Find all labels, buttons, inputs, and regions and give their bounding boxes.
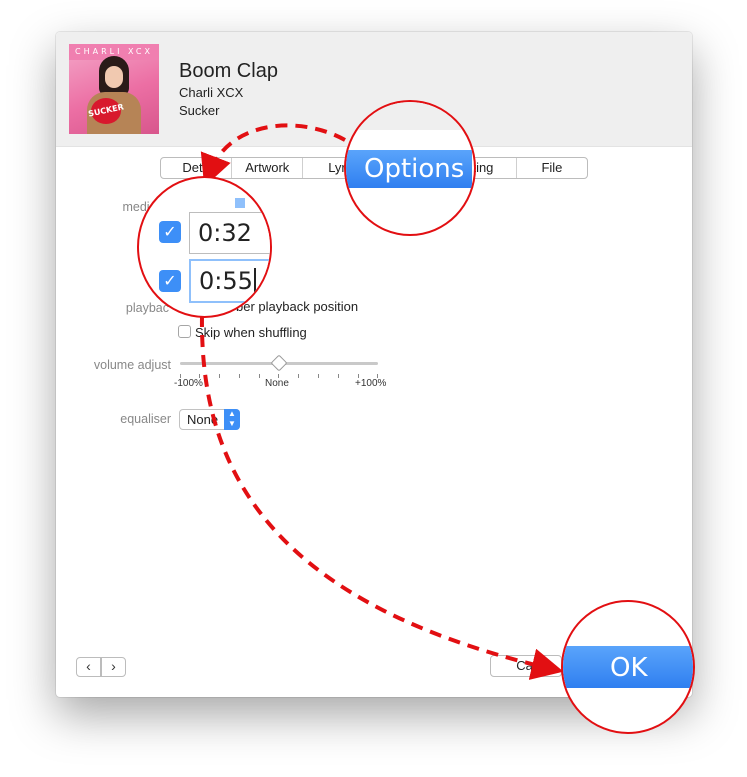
stop-time-field[interactable]: 0:55 — [189, 259, 270, 303]
start-time-value: 0:32 — [198, 219, 252, 247]
options-tab-zoom-label: Options — [364, 154, 465, 184]
arrow-time-to-ok — [199, 314, 564, 680]
arrow-options-to-time — [200, 123, 346, 187]
stop-time-value: 0:55 — [199, 267, 253, 295]
ok-button-zoom: OK — [561, 600, 695, 734]
zoom-header-area — [346, 102, 472, 130]
focus-ring-fragment — [235, 198, 245, 208]
options-tab-zoom: Options — [344, 100, 476, 236]
ok-button-zoom-label: OK — [610, 653, 648, 683]
stop-checkbox[interactable]: ✓ — [159, 270, 181, 292]
start-stop-zoom: ✓ 0:32 ✓ 0:55 — [137, 176, 272, 318]
start-checkbox[interactable]: ✓ — [159, 221, 181, 243]
start-time-field[interactable]: 0:32 — [189, 212, 270, 254]
text-cursor — [253, 268, 256, 294]
